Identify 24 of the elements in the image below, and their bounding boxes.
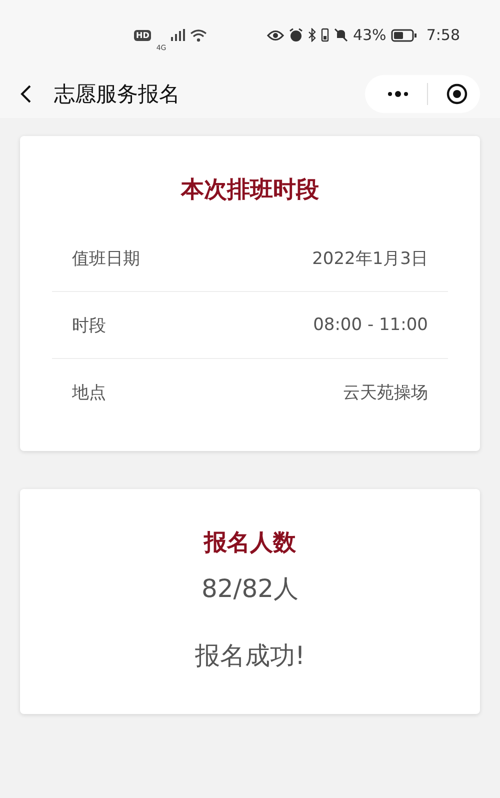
field-value: 08:00 - 11:00 xyxy=(313,315,428,335)
field-label: 时段 xyxy=(72,314,106,336)
success-message: 报名成功! xyxy=(194,640,306,672)
clock-time: 7:58 xyxy=(426,26,460,44)
signup-count: 82/82人 xyxy=(201,573,299,605)
wifi-icon xyxy=(190,28,208,42)
bluetooth-icon xyxy=(308,28,316,42)
page-title: 志愿服务报名 xyxy=(54,81,181,108)
battery-icon xyxy=(391,28,418,42)
more-icon[interactable] xyxy=(387,91,409,97)
muted-bell-icon xyxy=(334,28,348,42)
field-label: 值班日期 xyxy=(72,248,140,270)
battery-percent: 43% xyxy=(352,26,386,44)
alarm-clock-icon xyxy=(288,28,303,42)
signal-icon xyxy=(171,29,186,41)
field-value: 2022年1月3日 xyxy=(312,248,428,270)
back-icon[interactable] xyxy=(20,84,32,104)
card-title: 本次排班时段 xyxy=(180,176,320,205)
field-value: 云天苑操场 xyxy=(343,382,428,404)
card-title: 报名人数 xyxy=(204,529,296,558)
field-label: 地点 xyxy=(72,382,106,404)
eye-icon xyxy=(266,30,284,40)
close-mini-program-icon[interactable] xyxy=(446,83,468,105)
hd-badge: HD xyxy=(134,30,152,40)
